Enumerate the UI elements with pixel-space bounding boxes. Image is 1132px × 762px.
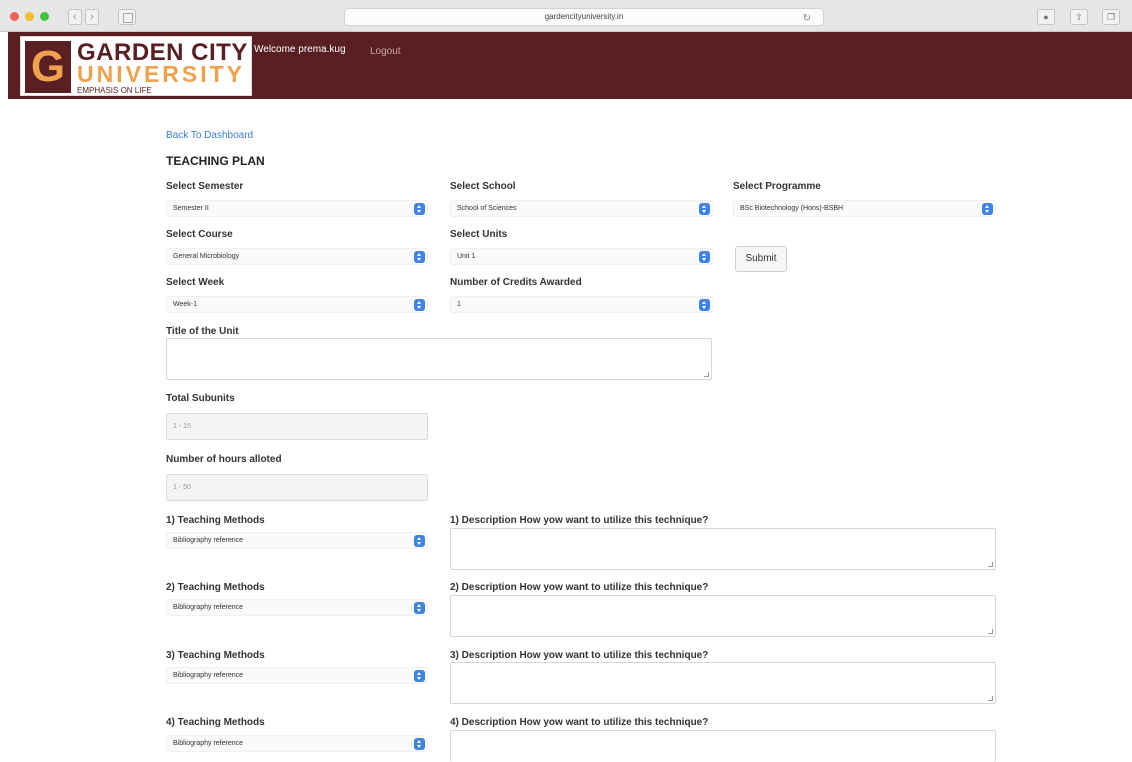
browser-toolbar: ‹ › gardencityuniversity.in ↻ ● ⇧ ❐	[0, 0, 1132, 32]
course-label: Select Course	[166, 229, 233, 240]
description-3-label: 3) Description How yow want to utilize t…	[450, 650, 709, 661]
share-icon[interactable]: ⇧	[1070, 9, 1088, 25]
page-title: TEACHING PLAN	[166, 154, 265, 168]
units-select[interactable]: Unit 1	[450, 248, 713, 265]
week-label: Select Week	[166, 277, 225, 288]
description-3-textarea[interactable]	[450, 662, 996, 704]
select-arrows-icon	[699, 299, 710, 311]
reader-icon[interactable]: ●	[1037, 9, 1055, 25]
teaching-method-4-label: 4) Teaching Methods	[166, 717, 265, 728]
description-1-textarea[interactable]	[450, 528, 996, 570]
credits-label: Number of Credits Awarded	[450, 277, 582, 288]
school-label: Select School	[450, 181, 516, 192]
zoom-window-button[interactable]	[40, 12, 49, 21]
back-to-dashboard-link[interactable]: Back To Dashboard	[166, 130, 253, 141]
description-1-label: 1) Description How yow want to utilize t…	[450, 515, 709, 526]
resize-handle-icon[interactable]	[704, 372, 709, 377]
week-select[interactable]: Week-1	[166, 296, 428, 313]
resize-handle-icon[interactable]	[988, 696, 993, 701]
welcome-text: Welcome prema.kug	[254, 44, 346, 55]
logo-letter: G	[30, 42, 66, 91]
select-arrows-icon	[414, 251, 425, 263]
teaching-method-4-select[interactable]: Bibliography reference	[166, 735, 428, 752]
units-label: Select Units	[450, 229, 508, 240]
minimize-window-button[interactable]	[25, 12, 34, 21]
units-value: Unit 1	[457, 253, 476, 260]
unit-title-textarea[interactable]	[166, 338, 712, 380]
subunits-placeholder: 1 - 15	[173, 423, 191, 430]
submit-button[interactable]: Submit	[735, 246, 787, 272]
select-arrows-icon	[414, 602, 425, 614]
resize-handle-icon[interactable]	[988, 629, 993, 634]
logout-link[interactable]: Logout	[370, 46, 401, 57]
url-text: gardencityuniversity.in	[544, 12, 624, 21]
tabs-icon[interactable]: ❐	[1102, 9, 1120, 25]
teaching-method-3-select[interactable]: Bibliography reference	[166, 667, 428, 684]
semester-select[interactable]: Semester II	[166, 200, 428, 217]
description-2-textarea[interactable]	[450, 595, 996, 637]
teaching-method-1-label: 1) Teaching Methods	[166, 515, 265, 526]
programme-label: Select Programme	[733, 181, 821, 192]
semester-label: Select Semester	[166, 181, 244, 192]
select-arrows-icon	[699, 251, 710, 263]
credits-value: 1	[457, 301, 461, 308]
logo-line2: UNIVERSITY	[77, 61, 246, 87]
teaching-method-1-select[interactable]: Bibliography reference	[166, 532, 428, 549]
course-value: General Microbiology	[173, 253, 240, 260]
semester-value: Semester II	[173, 205, 209, 212]
description-4-textarea[interactable]	[450, 730, 996, 762]
resize-handle-icon[interactable]	[988, 562, 993, 567]
school-value: School of Sciences	[457, 205, 517, 212]
close-window-button[interactable]	[10, 12, 19, 21]
programme-value: BSc Biotechnology (Hons)-BSBH	[740, 205, 844, 212]
sidebar-toggle-icon[interactable]	[118, 9, 136, 25]
site-header: G GARDEN CITY UNIVERSITY EMPHASIS ON LIF…	[8, 32, 1132, 99]
school-select[interactable]: School of Sciences	[450, 200, 713, 217]
week-value: Week-1	[173, 301, 197, 308]
logo-tagline: EMPHASIS ON LIFE	[77, 86, 152, 95]
unit-title-label: Title of the Unit	[166, 326, 239, 337]
teaching-method-3-label: 3) Teaching Methods	[166, 650, 265, 661]
reload-icon[interactable]: ↻	[803, 11, 811, 27]
teaching-method-1-value: Bibliography reference	[173, 537, 244, 544]
teaching-method-2-label: 2) Teaching Methods	[166, 582, 265, 593]
back-button[interactable]: ‹	[68, 9, 82, 25]
hours-placeholder: 1 - 50	[173, 484, 191, 491]
teaching-method-3-value: Bibliography reference	[173, 672, 244, 679]
teaching-method-2-value: Bibliography reference	[173, 604, 244, 611]
course-select[interactable]: General Microbiology	[166, 248, 428, 265]
select-arrows-icon	[414, 299, 425, 311]
logo-mark: G	[25, 41, 71, 93]
programme-select[interactable]: BSc Biotechnology (Hons)-BSBH	[733, 200, 996, 217]
subunits-label: Total Subunits	[166, 393, 235, 404]
select-arrows-icon	[414, 738, 425, 750]
teaching-method-4-value: Bibliography reference	[173, 740, 244, 747]
forward-button[interactable]: ›	[85, 9, 99, 25]
description-2-label: 2) Description How yow want to utilize t…	[450, 582, 709, 593]
university-logo[interactable]: G GARDEN CITY UNIVERSITY EMPHASIS ON LIF…	[20, 36, 252, 96]
address-bar[interactable]: gardencityuniversity.in ↻	[344, 8, 824, 26]
hours-label: Number of hours alloted	[166, 454, 282, 465]
teaching-method-2-select[interactable]: Bibliography reference	[166, 599, 428, 616]
credits-select[interactable]: 1	[450, 296, 713, 313]
description-4-label: 4) Description How yow want to utilize t…	[450, 717, 709, 728]
subunits-input[interactable]: 1 - 15	[166, 413, 428, 440]
select-arrows-icon	[414, 670, 425, 682]
select-arrows-icon	[982, 203, 993, 215]
hours-input[interactable]: 1 - 50	[166, 474, 428, 501]
select-arrows-icon	[414, 535, 425, 547]
page-left-margin	[0, 32, 8, 762]
select-arrows-icon	[414, 203, 425, 215]
select-arrows-icon	[699, 203, 710, 215]
